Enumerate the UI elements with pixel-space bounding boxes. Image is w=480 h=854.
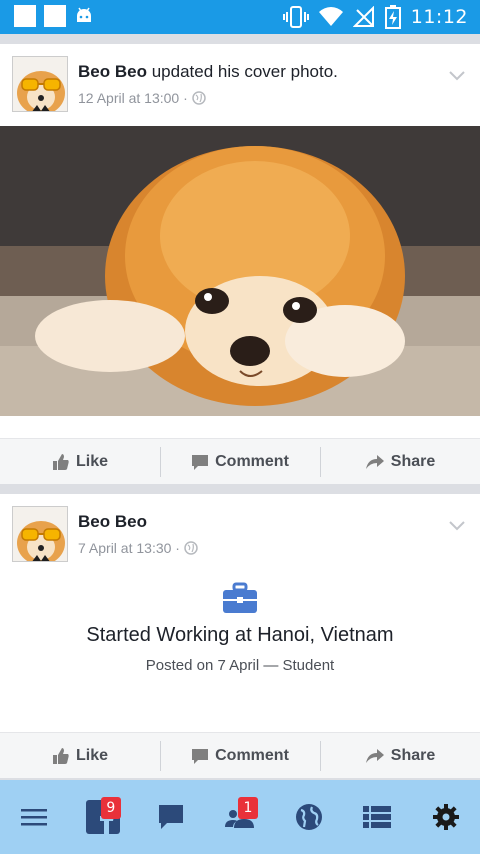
globe-icon (295, 804, 322, 830)
comment-label: Comment (215, 452, 289, 470)
thumbs-up-icon (52, 453, 69, 470)
battery-icon (384, 5, 401, 29)
life-event-subtitle: Posted on 7 April — Student (145, 657, 335, 674)
settings-icon (432, 804, 459, 830)
notification-icon (44, 5, 66, 27)
post-actions: Like Comment Share (0, 732, 480, 778)
comment-icon (192, 748, 209, 764)
post-header: Beo Beo updated his cover photo. 12 Apri… (0, 44, 480, 126)
comment-label: Comment (215, 746, 289, 764)
post-action-text: updated his cover photo. (151, 62, 338, 81)
profile-avatar[interactable] (12, 56, 68, 112)
status-time: 11:12 (410, 6, 468, 28)
public-globe-icon (192, 91, 206, 105)
share-icon (365, 748, 384, 763)
author-name[interactable]: Beo Beo (78, 62, 147, 81)
notification-badge: 9 (100, 797, 121, 819)
briefcase-icon (223, 582, 257, 613)
post-card: Beo Beo updated his cover photo. 12 Apri… (0, 44, 480, 484)
cover-photo[interactable] (0, 126, 480, 416)
thumbs-up-icon (52, 747, 69, 764)
post-header: Beo Beo 7 April at 13:30 · (0, 494, 480, 576)
share-button[interactable]: Share (320, 439, 480, 484)
like-button[interactable]: Like (0, 439, 160, 484)
no-signal-icon (352, 6, 374, 27)
nav-friend-requests[interactable]: 1 (216, 793, 264, 841)
post-timestamp[interactable]: 7 April at 13:30 · (78, 540, 180, 556)
post-meta: 12 April at 13:00 · (78, 90, 206, 106)
bottom-nav: 9 1 (0, 780, 480, 854)
notification-icon (14, 5, 36, 27)
vibrate-icon (282, 6, 309, 28)
like-label: Like (75, 452, 108, 470)
comment-button[interactable]: Comment (160, 733, 320, 778)
nav-list[interactable] (353, 793, 401, 841)
list-icon (363, 806, 392, 828)
status-bar: 11:12 (0, 0, 480, 34)
nav-news-feed[interactable]: 9 (79, 793, 127, 841)
post-meta: 7 April at 13:30 · (78, 540, 198, 556)
author-name[interactable]: Beo Beo (78, 512, 147, 531)
share-label: Share (390, 452, 436, 470)
share-icon (365, 454, 384, 469)
nav-settings[interactable] (422, 793, 470, 841)
post-card: Beo Beo 7 April at 13:30 · Started Worki… (0, 494, 480, 778)
post-timestamp[interactable]: 12 April at 13:00 · (78, 90, 188, 106)
chevron-down-icon[interactable] (446, 514, 468, 536)
nav-menu[interactable] (10, 793, 58, 841)
public-globe-icon (184, 541, 198, 555)
news-feed[interactable]: Beo Beo updated his cover photo. 12 Apri… (0, 34, 480, 780)
notification-badge: 1 (237, 797, 258, 819)
nav-notifications[interactable] (285, 793, 333, 841)
like-button[interactable]: Like (0, 733, 160, 778)
messages-icon (159, 805, 184, 829)
life-event-title: Started Working at Hanoi, Vietnam (86, 624, 394, 646)
share-label: Share (390, 746, 436, 764)
nav-messages[interactable] (147, 793, 195, 841)
like-label: Like (75, 746, 108, 764)
profile-avatar[interactable] (12, 506, 68, 562)
post-author-line: Beo Beo (78, 512, 147, 532)
chevron-down-icon[interactable] (446, 64, 468, 86)
menu-icon (21, 809, 48, 826)
android-icon (77, 7, 91, 22)
comment-icon (192, 454, 209, 470)
wifi-icon (318, 7, 343, 27)
post-actions: Like Comment Share (0, 438, 480, 484)
life-event: Started Working at Hanoi, Vietnam Posted… (0, 576, 480, 674)
post-author-line: Beo Beo updated his cover photo. (78, 62, 338, 82)
comment-button[interactable]: Comment (160, 439, 320, 484)
share-button[interactable]: Share (320, 733, 480, 778)
